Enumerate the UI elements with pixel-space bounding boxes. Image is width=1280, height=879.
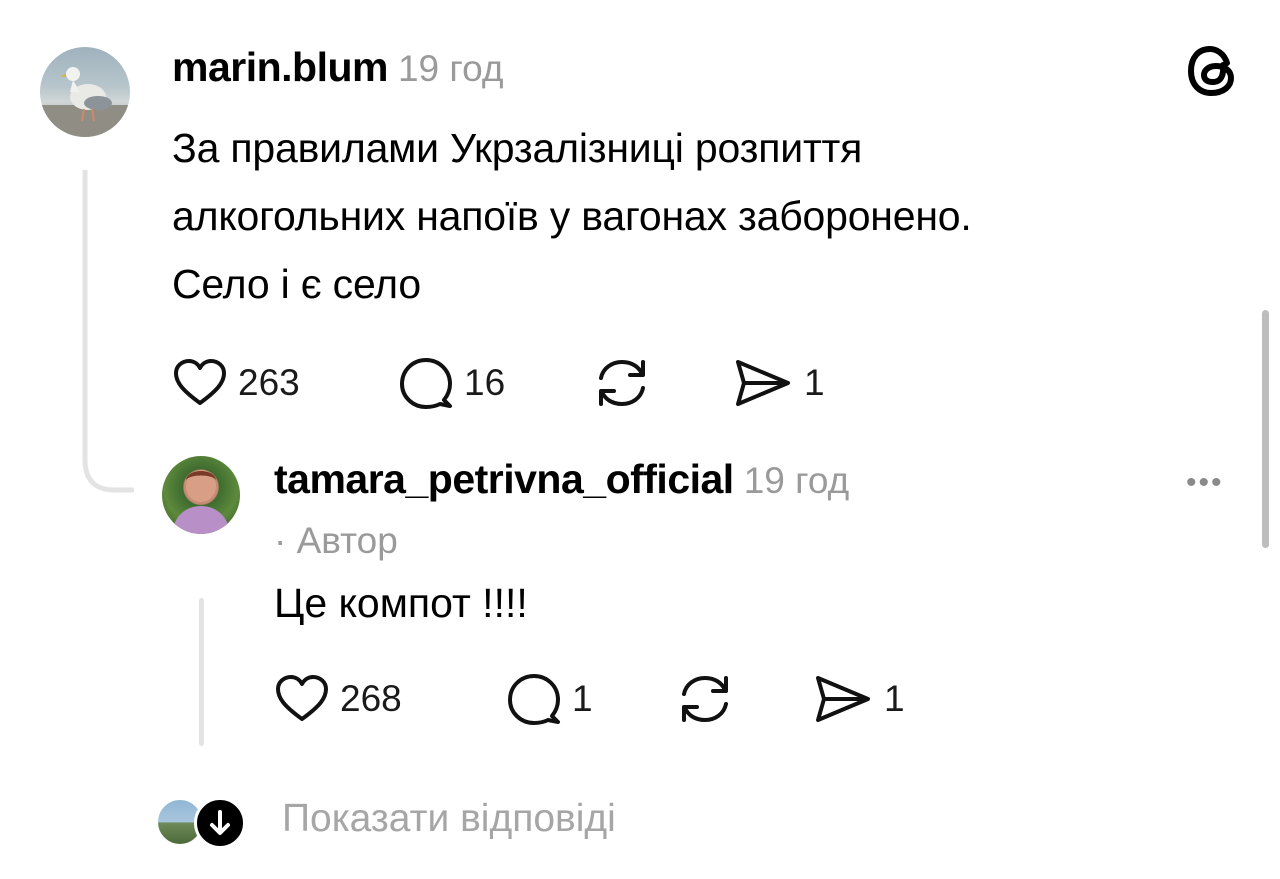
post-like-count: 263 <box>238 362 300 403</box>
post-text-line: Село і є село <box>172 261 421 307</box>
reply-text: Це компот !!!! <box>274 580 528 626</box>
repost-icon <box>682 675 728 723</box>
share-icon <box>816 676 870 722</box>
post-comment-count: 16 <box>464 362 506 403</box>
reply-username[interactable]: tamara_petrivna_official <box>274 456 734 502</box>
post-text: За правилами Укрзалізниці розпиття алког… <box>172 114 972 318</box>
show-replies-link[interactable]: Показати відповіді <box>282 797 616 841</box>
comment-icon <box>508 674 560 725</box>
reply-comment-button[interactable]: 1 <box>506 672 593 726</box>
arrow-down-icon[interactable] <box>194 797 246 849</box>
reply-like-count: 268 <box>340 678 402 719</box>
reply-share-button[interactable]: 1 <box>812 672 905 726</box>
scrollbar[interactable] <box>1262 310 1269 548</box>
reply-thread-line <box>199 598 204 746</box>
portrait-photo <box>172 470 230 534</box>
share-icon <box>736 360 790 406</box>
post-share-count: 1 <box>804 362 825 403</box>
seagull-photo <box>40 67 130 137</box>
reply-repost-button[interactable] <box>676 672 734 726</box>
threads-logo-icon[interactable] <box>1183 41 1243 101</box>
reply-time: 19 год <box>743 460 850 501</box>
reply-share-count: 1 <box>884 678 905 719</box>
heart-icon <box>276 675 328 721</box>
reply-like-button[interactable]: 268 <box>274 674 402 724</box>
thread-connector <box>82 167 135 494</box>
post-share-button[interactable]: 1 <box>732 356 825 410</box>
repost-icon <box>599 359 645 407</box>
post-username[interactable]: marin.blum <box>172 44 388 90</box>
reply-header: tamara_petrivna_official 19 год <box>274 456 849 503</box>
post-repost-button[interactable] <box>593 356 651 410</box>
heart-icon <box>174 359 226 405</box>
avatar-marin-blum[interactable] <box>40 47 130 137</box>
avatar-tamara-petrivna[interactable] <box>162 456 240 534</box>
author-tag: · Автор <box>274 520 398 561</box>
comment-icon <box>400 358 452 409</box>
post-header: marin.blum 19 год <box>172 44 503 91</box>
post-like-button[interactable]: 263 <box>172 358 300 408</box>
post-text-line: За правилами Укрзалізниці розпиття <box>172 125 863 171</box>
post-comment-button[interactable]: 16 <box>398 356 505 410</box>
reply-comment-count: 1 <box>572 678 593 719</box>
post-text-line: алкогольних напоїв у вагонах заборонено. <box>172 193 972 239</box>
post-time: 19 год <box>397 48 504 89</box>
more-options-icon[interactable]: ••• <box>1186 466 1224 500</box>
